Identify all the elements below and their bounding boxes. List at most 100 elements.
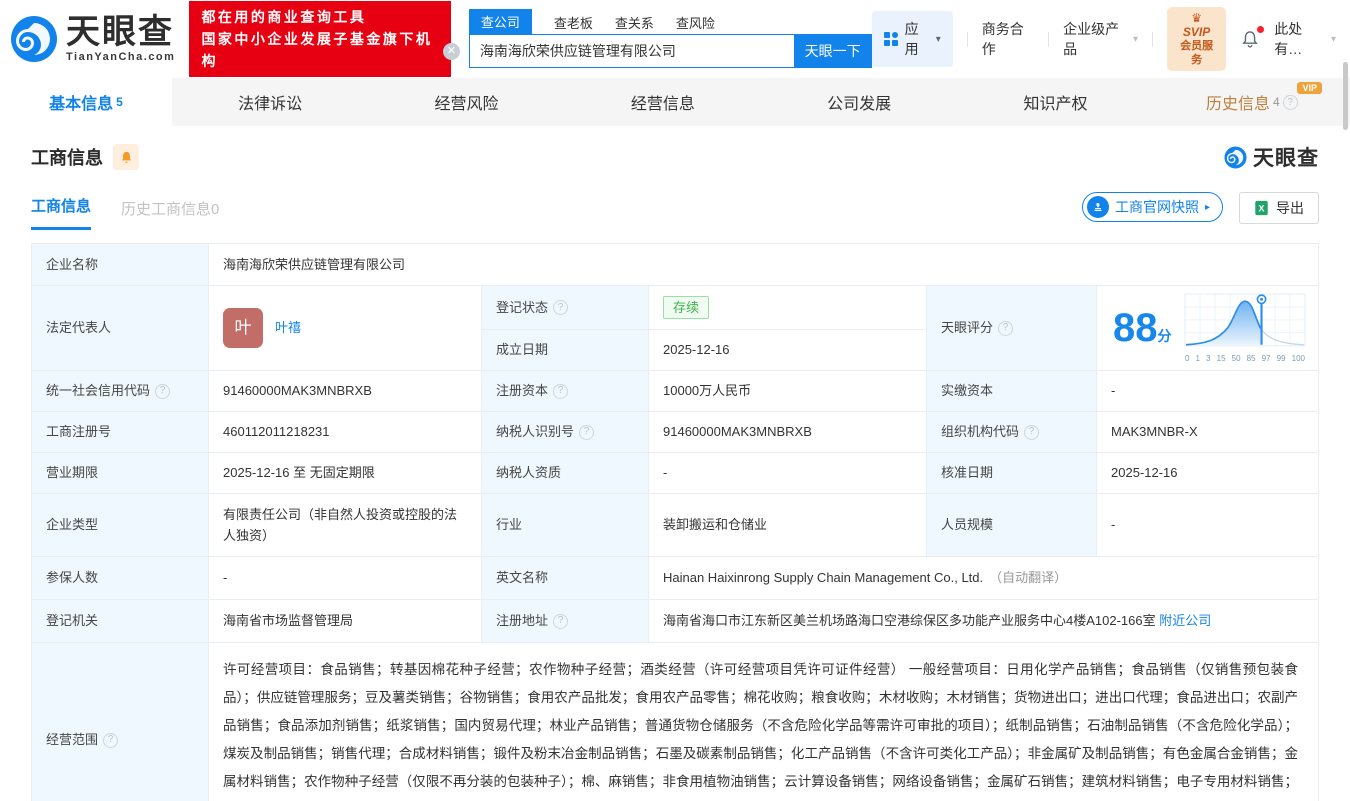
help-icon[interactable] — [553, 300, 568, 315]
help-icon[interactable] — [1283, 95, 1298, 110]
status-date-stack: 登记状态 存续 成立日期 2025-12-16 — [482, 286, 927, 370]
company-type-value: 有限责任公司（非自然人投资或控股的法人独资） — [209, 494, 482, 556]
search-input[interactable] — [469, 34, 794, 68]
table-row-credit-code: 统一社会信用代码 91460000MAK3MNBRXB 注册资本 10000万人… — [32, 371, 1318, 412]
business-info-table: 企业名称 海南海欣荣供应链管理有限公司 法定代表人 叶 叶禧 登记状态 存续 — [31, 243, 1319, 801]
subtab-history-business-info[interactable]: 历史工商信息0 — [121, 198, 219, 230]
user-account-menu[interactable]: 此处有… ▾ — [1274, 19, 1336, 59]
table-row-business-scope: 经营范围 许可经营项目：食品销售；转基因棉花种子经营；农作物种子经营；酒类经营（… — [32, 643, 1318, 801]
tab-intellectual-property[interactable]: 知识产权 — [957, 78, 1153, 126]
watermark-logo: 天眼查 — [1224, 142, 1319, 172]
help-icon[interactable] — [553, 384, 568, 399]
tab-basic-info[interactable]: 基本信息5 — [0, 78, 172, 126]
help-icon[interactable] — [579, 425, 594, 440]
top-header: 天眼查 TianYanCha.com 都在用的商业查询工具 国家中小企业发展子基… — [0, 0, 1350, 78]
apps-menu-button[interactable]: 应用 ▾ — [872, 11, 953, 67]
insured-count-label: 参保人数 — [32, 557, 209, 599]
section-title: 工商信息 — [31, 144, 103, 170]
org-code-value: MAK3MNBR-X — [1097, 412, 1318, 452]
paid-capital-label: 实缴资本 — [927, 371, 1097, 411]
promo-banner: 都在用的商业查询工具 国家中小企业发展子基金旗下机构 — [189, 1, 450, 77]
help-icon[interactable] — [553, 614, 568, 629]
help-icon[interactable] — [1024, 425, 1039, 440]
reg-address-value: 海南省海口市江东新区美兰机场路海口空港综保区多功能产业服务中心4楼A102-16… — [649, 600, 1318, 642]
subtab-business-info[interactable]: 工商信息 — [31, 195, 91, 230]
triangle-right-icon: ▸ — [1205, 202, 1210, 213]
search-tab-relation[interactable]: 查关系 — [615, 11, 654, 34]
logo-domain: TianYanCha.com — [66, 52, 175, 63]
nearby-companies-link[interactable]: 附近公司 — [1159, 611, 1211, 631]
tianyancha-logo[interactable]: 天眼查 TianYanCha.com — [10, 15, 175, 63]
help-icon[interactable] — [155, 384, 170, 399]
tianyancha-logo-icon — [10, 15, 58, 63]
tab-operating-risk[interactable]: 经营风险 — [368, 78, 564, 126]
company-type-label: 企业类型 — [32, 494, 209, 556]
chevron-down-icon: ▾ — [1133, 34, 1138, 45]
tab-company-development[interactable]: 公司发展 — [761, 78, 957, 126]
chevron-down-icon: ▾ — [936, 34, 941, 45]
promo-line2: 国家中小企业发展子基金旗下机构 — [201, 28, 438, 72]
main-content: 工商信息 天眼查 工商信息 历史工商信息0 工商官网快照 ▸ — [0, 126, 1350, 801]
divider — [1152, 32, 1153, 47]
score-value-cell[interactable]: 88分 — [1097, 286, 1318, 370]
apps-grid-icon — [884, 32, 898, 46]
help-icon[interactable] — [998, 321, 1013, 336]
business-cooperation-link[interactable]: 商务合作 — [982, 19, 1034, 59]
reg-number-label: 工商注册号 — [32, 412, 209, 452]
stamp-icon — [1087, 196, 1109, 218]
staff-size-value: - — [1097, 494, 1318, 556]
credit-code-value: 91460000MAK3MNBRXB — [209, 371, 482, 411]
svip-line2: 会员服务 — [1176, 39, 1217, 67]
taxpayer-quality-value: - — [649, 453, 927, 493]
establish-date-label: 成立日期 — [482, 330, 649, 370]
search-tab-boss[interactable]: 查老板 — [554, 11, 593, 34]
paid-capital-value: - — [1097, 371, 1318, 411]
taxpayer-id-label: 纳税人识别号 — [482, 412, 649, 452]
table-row-reg-number: 工商注册号 460112011218231 纳税人识别号 91460000MAK… — [32, 412, 1318, 453]
excel-icon: X — [1254, 200, 1269, 216]
svg-text:X: X — [1259, 204, 1265, 214]
taxpayer-id-value: 91460000MAK3MNBRXB — [649, 412, 927, 452]
reg-authority-value: 海南省市场监督管理局 — [209, 600, 482, 642]
export-button[interactable]: X 导出 — [1239, 192, 1319, 224]
table-row-english-name: 参保人数 - 英文名称 Hainan Haixinrong Supply Cha… — [32, 557, 1318, 600]
business-scope-value: 许可经营项目：食品销售；转基因棉花种子经营；农作物种子经营；酒类经营（许可经营项… — [209, 643, 1318, 801]
search-button[interactable]: 天眼一下 — [794, 34, 872, 68]
business-term-label: 营业期限 — [32, 453, 209, 493]
help-icon[interactable] — [103, 733, 118, 748]
snapshot-label: 工商官网快照 — [1115, 197, 1199, 217]
legal-rep-link[interactable]: 叶禧 — [275, 318, 301, 338]
reg-address-label: 注册地址 — [482, 600, 649, 642]
reg-number-value: 460112011218231 — [209, 412, 482, 452]
chevron-down-icon: ▾ — [1331, 34, 1336, 45]
establish-date-value: 2025-12-16 — [649, 330, 926, 370]
monitor-bell-button[interactable] — [113, 144, 139, 170]
svip-member-button[interactable]: ♛ SVIP 会员服务 — [1167, 7, 1226, 71]
search-tab-company[interactable]: 查公司 — [469, 9, 532, 34]
business-scope-label: 经营范围 — [32, 643, 209, 801]
credit-code-label: 统一社会信用代码 — [32, 371, 209, 411]
status-badge: 存续 — [663, 296, 709, 319]
taxpayer-quality-label: 纳税人资质 — [482, 453, 649, 493]
legal-rep-label: 法定代表人 — [32, 286, 209, 370]
tab-history-info[interactable]: VIP 历史信息 4 — [1154, 78, 1350, 126]
reg-capital-label: 注册资本 — [482, 371, 649, 411]
tab-legal-proceedings[interactable]: 法律诉讼 — [172, 78, 368, 126]
official-snapshot-button[interactable]: 工商官网快照 ▸ — [1082, 192, 1223, 222]
clear-search-icon[interactable]: ✕ — [443, 43, 460, 60]
search-tab-risk[interactable]: 查风险 — [676, 11, 715, 34]
industry-value: 装卸搬运和仓储业 — [649, 494, 927, 556]
tab-operating-info[interactable]: 经营信息 — [565, 78, 761, 126]
notification-bell-button[interactable] — [1240, 29, 1260, 49]
enterprise-product-label: 企业级产品 — [1063, 19, 1128, 59]
industry-label: 行业 — [482, 494, 649, 556]
company-name-label: 企业名称 — [32, 244, 209, 285]
legal-rep-avatar[interactable]: 叶 — [223, 308, 263, 348]
company-nav-tabs: 基本信息5 法律诉讼 经营风险 经营信息 公司发展 知识产权 VIP 历史信息 … — [0, 78, 1350, 126]
table-row-company-name: 企业名称 海南海欣荣供应链管理有限公司 — [32, 244, 1318, 286]
vip-badge: VIP — [1297, 82, 1322, 94]
enterprise-product-menu[interactable]: 企业级产品 ▾ — [1063, 19, 1138, 59]
divider — [967, 32, 968, 47]
reg-status-label: 登记状态 — [482, 286, 649, 329]
score-chart-ticks: 0131550859799100 — [1184, 354, 1306, 363]
